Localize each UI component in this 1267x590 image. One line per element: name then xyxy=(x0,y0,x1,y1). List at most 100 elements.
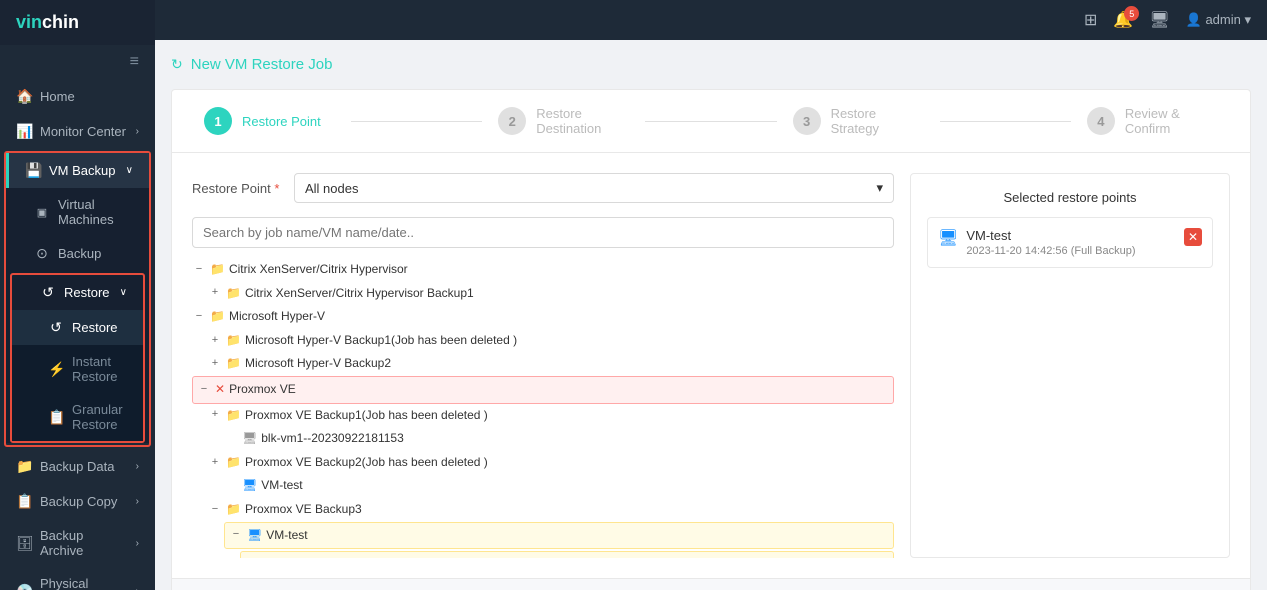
sidebar-item-label: Backup Data xyxy=(40,459,128,474)
sidebar-item-backup-archive[interactable]: 🗄 Backup Archive › xyxy=(0,519,155,567)
monitor-display-icon[interactable]: 🖥 xyxy=(1149,10,1169,30)
selected-vm-name: VM-test xyxy=(966,228,1135,243)
sidebar-item-granular-restore[interactable]: 📋 Granular Restore xyxy=(12,393,143,441)
tree-toggle-citrix[interactable]: − xyxy=(192,260,206,280)
step-connector-2 xyxy=(645,121,776,122)
tree-node-proxmox-bk2: + 📁 Proxmox VE Backup2(Job has been dele… xyxy=(208,451,894,498)
backup-archive-icon: 🗄 xyxy=(16,535,32,552)
tree-toggle-hyperv[interactable]: − xyxy=(192,307,206,327)
sidebar-item-restore-sub[interactable]: ↺ Restore xyxy=(12,310,143,345)
sidebar-item-backup-copy[interactable]: 📋 Backup Copy › xyxy=(0,484,155,519)
step-3-circle: 3 xyxy=(793,107,821,135)
tree-row-proxmox-bk1[interactable]: + 📁 Proxmox VE Backup1(Job has been dele… xyxy=(208,404,894,428)
tree-row-proxmox-bk2[interactable]: + 📁 Proxmox VE Backup2(Job has been dele… xyxy=(208,451,894,475)
sidebar-item-label: Restore xyxy=(72,320,127,335)
tree-node-citrix: − 📁 Citrix XenServer/Citrix Hypervisor +… xyxy=(192,258,894,305)
form-area: Restore Point All nodes ▾ − xyxy=(172,153,1250,578)
form-left: Restore Point All nodes ▾ − xyxy=(192,173,894,558)
restore-point-row: Restore Point All nodes ▾ xyxy=(192,173,894,203)
tree-row-vmtest1[interactable]: 🖥 VM-test xyxy=(224,474,894,498)
sidebar-item-label: Restore xyxy=(64,285,112,300)
tree-node-proxmox-bk3: − 📁 Proxmox VE Backup3 − xyxy=(208,498,894,558)
step-4-label: Review & Confirm xyxy=(1125,106,1218,136)
vm-backup-icon: 💾 xyxy=(25,162,41,179)
tree-row-proxmox-bk3[interactable]: − 📁 Proxmox VE Backup3 xyxy=(208,498,894,522)
sidebar-item-label: VM Backup xyxy=(49,163,118,178)
proxmox-bk3-icon: 📁 xyxy=(226,499,241,521)
sidebar-item-instant-restore[interactable]: ⚡ Instant Restore xyxy=(12,345,143,393)
sidebar-item-label: Monitor Center xyxy=(40,124,128,139)
backup-copy-icon: 📋 xyxy=(16,493,32,510)
username-label: admin xyxy=(1205,12,1240,27)
sidebar-item-virtual-machines[interactable]: ▣ Virtual Machines xyxy=(6,188,149,236)
restore-point-select[interactable]: All nodes ▾ xyxy=(294,173,894,203)
tree-row-bk-vm1[interactable]: 🖥 blk-vm1--20230922181153 xyxy=(224,427,894,451)
selected-item-info: 🖥 VM-test 2023-11-20 14:42:56 (Full Back… xyxy=(938,228,1136,257)
search-input[interactable] xyxy=(192,217,894,248)
tree-row-backup-point[interactable]: ✓ 🕐 2023-11-20 14:42:56 (Full Backup) xyxy=(245,554,889,558)
hamburger-icon: ≡ xyxy=(130,53,139,71)
hyperv-folder-icon: 📁 xyxy=(210,306,225,328)
step-4: 4 Review & Confirm xyxy=(1087,106,1218,136)
step-3-label: Restore Strategy xyxy=(831,106,924,136)
sidebar-item-backup-data[interactable]: 📁 Backup Data › xyxy=(0,449,155,484)
sidebar-item-label: Backup xyxy=(58,246,133,261)
restore-point-label: Restore Point xyxy=(192,181,282,196)
sidebar-item-restore[interactable]: ↺ Restore ∨ xyxy=(12,275,143,310)
restore-icon: ↺ xyxy=(40,284,56,301)
selected-panel-title: Selected restore points xyxy=(927,190,1213,205)
selected-panel: Selected restore points 🖥 VM-test 2023-1… xyxy=(910,173,1230,558)
remove-selected-button[interactable]: ✕ xyxy=(1184,228,1202,246)
chevron-icon: › xyxy=(136,126,139,137)
footer: Next ⊙ xyxy=(172,578,1250,590)
check-icon: ✓ xyxy=(263,555,273,558)
tree-toggle-proxmox[interactable]: − xyxy=(197,380,211,400)
citrix-folder-icon: 📁 xyxy=(210,259,225,281)
chevron-icon: › xyxy=(136,496,139,507)
instant-restore-icon: ⚡ xyxy=(48,361,64,378)
hyperv-bk1-icon: 📁 xyxy=(226,330,241,352)
restore-point-tree: − 📁 Citrix XenServer/Citrix Hypervisor +… xyxy=(192,258,894,558)
notification-badge-container[interactable]: 🔔 5 xyxy=(1113,10,1133,30)
vm-icon: 🖥 xyxy=(242,428,257,450)
tree-row-citrix-bk1[interactable]: + 📁 Citrix XenServer/Citrix Hypervisor B… xyxy=(208,282,894,306)
stepper: 1 Restore Point 2 Restore Destination 3 xyxy=(172,90,1250,153)
home-icon: 🏠 xyxy=(16,88,32,105)
tree-row-proxmox[interactable]: − ✕ Proxmox VE xyxy=(192,376,894,404)
sidebar-item-home[interactable]: 🏠 Home xyxy=(0,79,155,114)
step-connector-3 xyxy=(940,121,1071,122)
vm-test1-icon: 🖥 xyxy=(242,475,257,497)
step-1: 1 Restore Point xyxy=(204,107,335,135)
step-1-label: Restore Point xyxy=(242,114,321,129)
step-2: 2 Restore Destination xyxy=(498,106,629,136)
sidebar-item-monitor[interactable]: 📊 Monitor Center › xyxy=(0,114,155,149)
chevron-icon: › xyxy=(136,538,139,549)
page-title: New VM Restore Job xyxy=(191,56,333,73)
sidebar-item-label: Granular Restore xyxy=(72,402,127,432)
sidebar-item-vm-backup[interactable]: 💾 VM Backup ∨ xyxy=(6,153,149,188)
tree-row-hyperv-bk2[interactable]: + 📁 Microsoft Hyper-V Backup2 xyxy=(208,352,894,376)
tree-node-proxmox-bk1: + 📁 Proxmox VE Backup1(Job has been dele… xyxy=(208,404,894,451)
sidebar-item-physical-backup[interactable]: 💿 Physical Backup › xyxy=(0,567,155,590)
selected-item: 🖥 VM-test 2023-11-20 14:42:56 (Full Back… xyxy=(927,217,1213,268)
tree-row-hyperv[interactable]: − 📁 Microsoft Hyper-V xyxy=(192,305,894,329)
backup-icon: ⊙ xyxy=(34,245,50,262)
selected-vm-icon: 🖥 xyxy=(938,228,958,248)
proxmox-icon: ✕ xyxy=(215,379,225,401)
select-value: All nodes xyxy=(305,181,358,196)
tree-row-hyperv-bk1[interactable]: + 📁 Microsoft Hyper-V Backup1(Job has be… xyxy=(208,329,894,353)
selected-vm-date: 2023-11-20 14:42:56 (Full Backup) xyxy=(966,245,1135,257)
hamburger-button[interactable]: ≡ xyxy=(0,45,155,79)
tree-row-vmtest2[interactable]: − 🖥 VM-test xyxy=(224,522,894,550)
proxmox-bk1-icon: 📁 xyxy=(226,405,241,427)
grid-icon[interactable]: ⊞ xyxy=(1084,10,1097,30)
proxmox-bk2-icon: 📁 xyxy=(226,452,241,474)
step-2-circle: 2 xyxy=(498,107,526,135)
refresh-icon[interactable]: ↻ xyxy=(171,56,183,73)
user-menu[interactable]: 👤 admin ▾ xyxy=(1186,12,1251,28)
monitor-icon: 📊 xyxy=(16,123,32,140)
sidebar-item-backup[interactable]: ⊙ Backup xyxy=(6,236,149,271)
chevron-icon: › xyxy=(136,586,139,590)
sidebar-item-label: Virtual Machines xyxy=(58,197,133,227)
tree-row-citrix[interactable]: − 📁 Citrix XenServer/Citrix Hypervisor xyxy=(192,258,894,282)
